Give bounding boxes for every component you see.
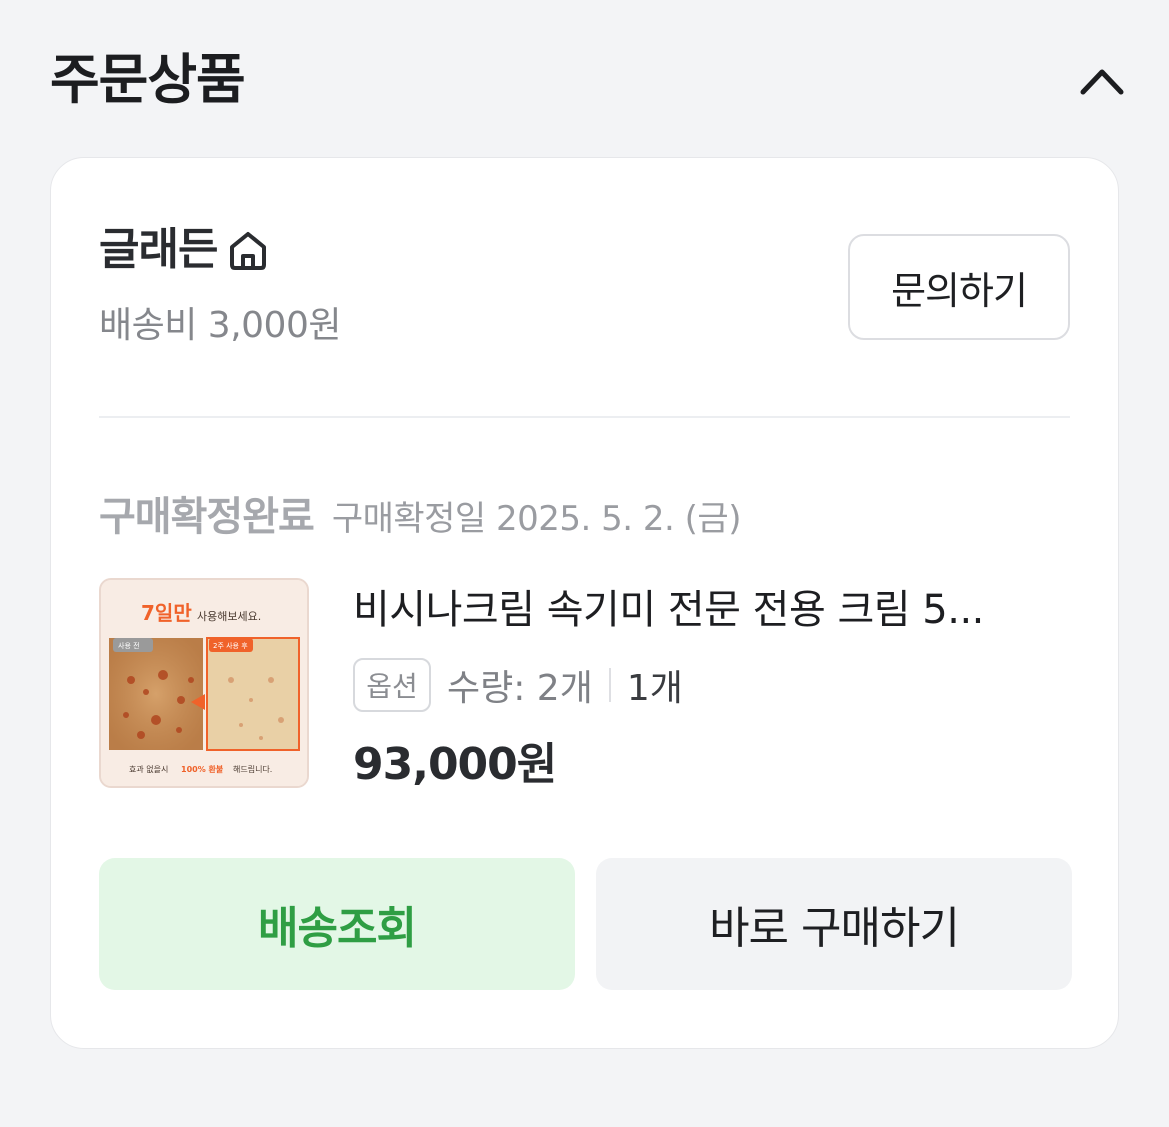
option-badge: 옵션 [353,658,431,712]
order-status: 구매확정완료 [99,494,315,540]
purchase-confirm-date: 구매확정일 2025. 5. 2. (금) [331,499,742,539]
chevron-up-icon [1080,69,1124,95]
thumb-headline-rest: 사용해보세요. [197,609,261,623]
thumb-before-label: 사용 전 [118,641,140,650]
inquiry-button[interactable]: 문의하기 [848,234,1070,340]
product-thumbnail[interactable]: 7일만 사용해보세요. 사용 전 2주 사용 후 효과 없을시 100% 환불 … [99,578,309,788]
quantity-label: 수량: 2개 [447,668,593,709]
product-price: 93,000원 [353,739,557,790]
quantity-count: 1개 [626,668,683,709]
thumb-footer-post: 해드립니다. [233,764,272,774]
thumb-headline-accent: 7일만 [141,601,192,625]
shipping-fee: 배송비 3,000원 [99,305,341,346]
section-header: 주문상품 [50,40,1125,120]
buy-again-button[interactable]: 바로 구매하기 [596,858,1072,990]
thumb-after-label: 2주 사용 후 [213,641,248,650]
thumb-footer-pre: 효과 없을시 [129,765,168,774]
home-icon[interactable] [225,227,271,273]
product-info: 비시나크림 속기미 전문 전용 크림 5... 옵션 수량: 2개 1개 93,… [353,580,1073,796]
seller-row[interactable]: 글래든 [99,218,271,282]
collapse-button[interactable] [1079,60,1125,100]
product-image: 7일만 사용해보세요. 사용 전 2주 사용 후 효과 없을시 100% 환불 … [101,580,307,786]
product-name[interactable]: 비시나크림 속기미 전문 전용 크림 5... [353,580,1053,640]
separator [608,668,611,702]
divider [99,416,1070,418]
order-status-row: 구매확정완료 구매확정일 2025. 5. 2. (금) [99,484,741,546]
section-title: 주문상품 [50,48,246,111]
seller-name[interactable]: 글래든 [99,218,218,282]
option-row: 옵션 수량: 2개 1개 [353,656,1073,714]
track-delivery-button[interactable]: 배송조회 [99,858,575,990]
order-card: 글래든 배송비 3,000원 문의하기 구매확정완료 구매확정일 2025. 5… [50,157,1119,1049]
thumb-footer-accent: 100% 환불 [181,764,224,774]
